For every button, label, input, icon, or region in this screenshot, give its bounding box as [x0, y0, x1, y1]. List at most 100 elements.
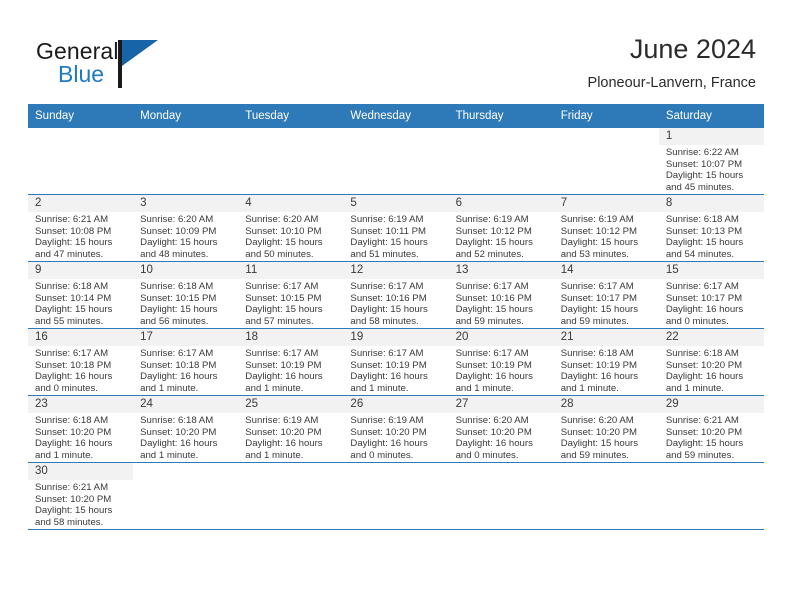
day-info: Sunrise: 6:20 AM Sunset: 10:09 PM Daylight…	[133, 212, 238, 260]
day-info: Sunrise: 6:17 AM Sunset: 10:16 PM Daylight…	[449, 279, 554, 327]
day-info: Sunrise: 6:20 AM Sunset: 10:10 PM Daylight…	[238, 212, 343, 260]
title-block: June 2024 Ploneour-Lanvern, France	[588, 32, 756, 94]
daylight-text-line2: and 1 minute.	[140, 382, 199, 394]
day-number: 14	[553, 262, 659, 279]
calendar-day-cell[interactable]: 5 Sunrise: 6:19 AM Sunset: 10:11 PM Dayligh…	[343, 194, 449, 262]
day-info: Sunrise: 6:19 AM Sunset: 10:11 PM Daylight…	[343, 212, 448, 260]
calendar-day-cell[interactable]: 2 Sunrise: 6:21 AM Sunset: 10:08 PM Dayligh…	[28, 194, 134, 262]
calendar-week-row: 9 Sunrise: 6:18 AM Sunset: 10:14 PM Dayligh…	[28, 261, 764, 329]
day-number	[133, 463, 239, 480]
sunrise-text: Sunrise: 6:18 AM	[665, 348, 739, 359]
calendar-day-cell[interactable]	[448, 462, 554, 530]
calendar-day-cell[interactable]: 26 Sunrise: 6:19 AM Sunset: 10:20 PM Daylig…	[343, 395, 449, 463]
calendar-day-cell[interactable]: 15 Sunrise: 6:17 AM Sunset: 10:17 PM Daylig…	[658, 261, 764, 329]
daylight-text-line1: Daylight: 15 hours	[560, 438, 639, 450]
sunset-text: Sunset: 10:11 PM	[350, 225, 426, 237]
day-number	[553, 463, 659, 480]
calendar-day-cell[interactable]: 14 Sunrise: 6:17 AM Sunset: 10:17 PM Daylig…	[553, 261, 659, 329]
calendar-day-cell[interactable]: 29 Sunrise: 6:21 AM Sunset: 10:20 PM Daylig…	[658, 395, 764, 463]
day-info: Sunrise: 6:20 AM Sunset: 10:20 PM Daylight…	[449, 413, 554, 461]
sunrise-text: Sunrise: 6:17 AM	[140, 348, 214, 359]
calendar-day-cell[interactable]: 28 Sunrise: 6:20 AM Sunset: 10:20 PM Daylig…	[553, 395, 659, 463]
calendar-day-cell[interactable]: 27 Sunrise: 6:20 AM Sunset: 10:20 PM Daylig…	[448, 395, 554, 463]
day-number: 13	[448, 262, 554, 279]
calendar-day-cell[interactable]	[133, 462, 239, 530]
calendar-day-cell[interactable]: 11 Sunrise: 6:17 AM Sunset: 10:15 PM Daylig…	[238, 261, 344, 329]
daylight-text-line2: and 0 minutes.	[350, 449, 414, 461]
day-number	[448, 128, 554, 145]
day-cell-content	[133, 128, 239, 194]
calendar-day-cell[interactable]: 17 Sunrise: 6:17 AM Sunset: 10:18 PM Daylig…	[133, 328, 239, 396]
day-info: Sunrise: 6:18 AM Sunset: 10:13 PM Daylight…	[659, 212, 764, 260]
calendar-week-row: 1 Sunrise: 6:22 AM Sunset: 10:07 PM Dayligh…	[28, 128, 764, 195]
sunrise-text: Sunrise: 6:21 AM	[35, 482, 109, 493]
calendar-day-cell[interactable]: 12 Sunrise: 6:17 AM Sunset: 10:16 PM Daylig…	[343, 261, 449, 329]
calendar-day-cell[interactable]	[553, 128, 659, 195]
daylight-text-line2: and 48 minutes.	[140, 248, 209, 260]
day-cell-content: 14 Sunrise: 6:17 AM Sunset: 10:17 PM Daylig…	[553, 262, 659, 328]
calendar-day-cell[interactable]: 13 Sunrise: 6:17 AM Sunset: 10:16 PM Daylig…	[448, 261, 554, 329]
sunrise-text: Sunrise: 6:17 AM	[245, 348, 319, 359]
day-info: Sunrise: 6:17 AM Sunset: 10:15 PM Daylight…	[238, 279, 343, 327]
sunset-text: Sunset: 10:19 PM	[455, 359, 532, 371]
day-cell-content: 27 Sunrise: 6:20 AM Sunset: 10:20 PM Daylig…	[448, 396, 554, 462]
brand-logo[interactable]: General Blue	[36, 38, 236, 94]
daylight-text-line1: Daylight: 16 hours	[350, 438, 428, 450]
calendar-day-cell[interactable]: 1 Sunrise: 6:22 AM Sunset: 10:07 PM Dayligh…	[658, 128, 764, 195]
calendar-day-cell[interactable]	[448, 128, 554, 195]
day-cell-content	[238, 128, 344, 194]
calendar-day-cell[interactable]	[238, 128, 344, 195]
day-cell-content: 19 Sunrise: 6:17 AM Sunset: 10:19 PM Daylig…	[343, 329, 449, 395]
sunrise-text: Sunrise: 6:22 AM	[665, 147, 739, 158]
calendar-day-cell[interactable]: 9 Sunrise: 6:18 AM Sunset: 10:14 PM Dayligh…	[28, 261, 134, 329]
calendar-day-cell[interactable]: 21 Sunrise: 6:18 AM Sunset: 10:19 PM Daylig…	[553, 328, 659, 396]
calendar-day-cell[interactable]: 30 Sunrise: 6:21 AM Sunset: 10:20 PM Daylig…	[28, 462, 134, 530]
calendar-day-cell[interactable]: 18 Sunrise: 6:17 AM Sunset: 10:19 PM Daylig…	[238, 328, 344, 396]
day-cell-content	[553, 128, 659, 194]
weekday-header-sunday: Sunday	[28, 104, 134, 128]
day-number: 18	[238, 329, 344, 346]
day-cell-content: 1 Sunrise: 6:22 AM Sunset: 10:07 PM Dayligh…	[658, 128, 764, 194]
calendar-day-cell[interactable]: 20 Sunrise: 6:17 AM Sunset: 10:19 PM Daylig…	[448, 328, 554, 396]
calendar-day-cell[interactable]	[658, 462, 764, 530]
calendar-day-cell[interactable]: 3 Sunrise: 6:20 AM Sunset: 10:09 PM Dayligh…	[133, 194, 239, 262]
day-number: 4	[238, 195, 344, 212]
calendar-day-cell[interactable]: 24 Sunrise: 6:18 AM Sunset: 10:20 PM Daylig…	[133, 395, 239, 463]
sunrise-text: Sunrise: 6:20 AM	[140, 214, 214, 225]
calendar-body: 1 Sunrise: 6:22 AM Sunset: 10:07 PM Dayligh…	[28, 128, 764, 530]
daylight-text-line2: and 53 minutes.	[560, 248, 629, 260]
day-cell-content: 2 Sunrise: 6:21 AM Sunset: 10:08 PM Dayligh…	[28, 195, 134, 261]
daylight-text-line1: Daylight: 15 hours	[665, 438, 744, 450]
daylight-text-line1: Daylight: 15 hours	[350, 237, 428, 249]
calendar-day-cell[interactable]	[133, 128, 239, 195]
daylight-text-line2: and 0 minutes.	[665, 315, 729, 327]
daylight-text-line2: and 55 minutes.	[35, 315, 104, 327]
day-number: 29	[658, 396, 764, 413]
calendar-day-cell[interactable]	[553, 462, 659, 530]
day-cell-content: 12 Sunrise: 6:17 AM Sunset: 10:16 PM Daylig…	[343, 262, 449, 328]
daylight-text-line2: and 54 minutes.	[665, 248, 735, 260]
sunset-text: Sunset: 10:20 PM	[35, 426, 112, 438]
calendar-day-cell[interactable]: 6 Sunrise: 6:19 AM Sunset: 10:12 PM Dayligh…	[448, 194, 554, 262]
calendar-day-cell[interactable]	[343, 462, 449, 530]
calendar-day-cell[interactable]: 25 Sunrise: 6:19 AM Sunset: 10:20 PM Daylig…	[238, 395, 344, 463]
sunset-text: Sunset: 10:20 PM	[245, 426, 322, 438]
day-info: Sunrise: 6:18 AM Sunset: 10:14 PM Daylight…	[28, 279, 133, 327]
calendar-day-cell[interactable]: 22 Sunrise: 6:18 AM Sunset: 10:20 PM Daylig…	[658, 328, 764, 396]
calendar-day-cell[interactable]: 4 Sunrise: 6:20 AM Sunset: 10:10 PM Dayligh…	[238, 194, 344, 262]
calendar-day-cell[interactable]	[238, 462, 344, 530]
calendar-day-cell[interactable]: 23 Sunrise: 6:18 AM Sunset: 10:20 PM Daylig…	[28, 395, 134, 463]
day-number: 17	[133, 329, 239, 346]
day-number: 6	[448, 195, 554, 212]
calendar-day-cell[interactable]: 7 Sunrise: 6:19 AM Sunset: 10:12 PM Dayligh…	[553, 194, 659, 262]
day-number	[658, 463, 764, 480]
daylight-text-line2: and 58 minutes.	[35, 516, 104, 528]
calendar-day-cell[interactable]: 16 Sunrise: 6:17 AM Sunset: 10:18 PM Daylig…	[28, 328, 134, 396]
daylight-text-line2: and 1 minute.	[350, 382, 409, 394]
calendar-day-cell[interactable]	[28, 128, 134, 195]
day-number: 19	[343, 329, 449, 346]
calendar-day-cell[interactable]: 19 Sunrise: 6:17 AM Sunset: 10:19 PM Daylig…	[343, 328, 449, 396]
calendar-day-cell[interactable]: 10 Sunrise: 6:18 AM Sunset: 10:15 PM Daylig…	[133, 261, 239, 329]
calendar-day-cell[interactable]	[343, 128, 449, 195]
calendar-day-cell[interactable]: 8 Sunrise: 6:18 AM Sunset: 10:13 PM Dayligh…	[658, 194, 764, 262]
